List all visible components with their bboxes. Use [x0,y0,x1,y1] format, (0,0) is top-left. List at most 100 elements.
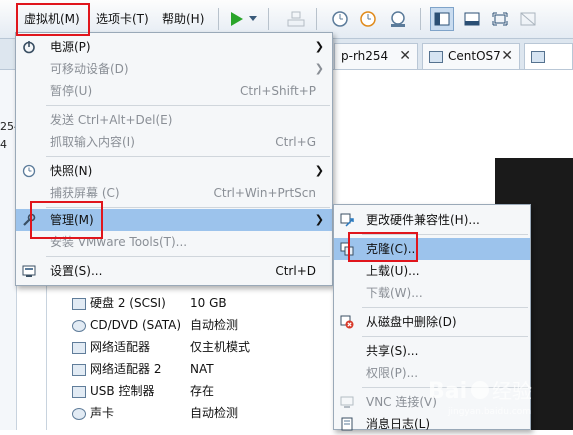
delete-icon [340,315,354,329]
device-value: NAT [190,362,214,376]
device-panel-border [46,276,47,430]
device-row[interactable]: 网络适配器 2 NAT [72,359,214,379]
menu-item-shortcut: Ctrl+Shift+P [240,84,316,98]
menu-tabs[interactable]: 选项卡(T) [94,10,151,28]
svg-text:jingyan.baidu.com: jingyan.baidu.com [447,407,531,417]
submenu-item-label: 更改硬件兼容性(H)... [366,213,480,227]
snapshot-icon [22,164,36,178]
unity-button[interactable] [516,7,540,31]
power-dropdown-button[interactable] [246,7,260,31]
menu-item-shortcut: Ctrl+G [275,135,316,149]
settings-icon [22,265,36,277]
menu-item-label: 抓取输入内容(I) [50,135,135,149]
submenu-item-delete-from-disk[interactable]: 从磁盘中删除(D) [334,311,530,333]
full-screen-button[interactable] [488,7,512,31]
menu-item-shortcut: Ctrl+D [275,264,316,278]
svg-text:经验: 经验 [492,379,532,403]
play-icon [231,12,243,26]
vnc-icon [340,396,354,408]
network-adapter-icon [72,363,86,376]
device-value: 10 GB [190,296,227,310]
toolbar-separator [218,8,219,30]
usb-icon [72,385,86,398]
device-row[interactable]: 硬盘 2 (SCSI) 10 GB [72,293,227,313]
tab-rh254[interactable]: p-rh254 ✕ [334,43,418,69]
power-on-button[interactable] [224,7,248,31]
menu-separator [46,156,330,157]
menu-help[interactable]: 帮助(H) [160,10,206,28]
library-text: 4 [0,138,7,151]
cd-dvd-icon [72,319,86,332]
menu-item-label: 可移动设备(D) [50,62,129,76]
submenu-item-label: VNC 连接(V) [366,395,437,409]
device-row[interactable]: 网络适配器 仅主机模式 [72,337,250,357]
submenu-item-label: 上载(U)... [366,264,420,278]
menu-item-label: 暂停(U) [50,84,93,98]
unity-icon [520,12,536,26]
menu-separator [46,256,330,257]
menu-item-snapshot[interactable]: 快照(N) ❯ [16,160,332,182]
device-value: 自动检测 [190,406,239,420]
submenu-item-label: 下载(W)... [366,286,423,300]
device-value: 仅主机模式 [190,340,251,354]
close-icon[interactable]: ✕ [399,44,411,68]
device-name: 声卡 [90,406,115,420]
menu-item-shortcut: Ctrl+Win+PrtScn [213,186,317,200]
show-library-button[interactable] [430,7,454,31]
vm-icon [429,50,443,63]
device-row[interactable]: CD/DVD (SATA) 自动检测 [72,315,238,335]
snapshot-manager-button[interactable] [386,7,410,31]
submenu-item-change-hardware-compatibility[interactable]: 更改硬件兼容性(H)... [334,209,530,231]
submenu-item-share[interactable]: 共享(S)... [334,340,530,362]
power-icon [23,41,35,54]
submenu-item-label: 权限(P)... [366,366,419,380]
submenu-item-label: 消息日志(L) [366,417,431,431]
vm-icon [531,50,545,63]
baidu-watermark-logo: Bai 经验 jingyan.baidu.com [428,379,532,417]
revert-snapshot-icon [360,11,376,27]
menu-item-grab-input[interactable]: 抓取输入内容(I) Ctrl+G [16,131,332,153]
network-adapter-icon [72,341,86,354]
full-screen-icon [492,12,508,26]
thumbnail-bar-button[interactable] [460,7,484,31]
take-snapshot-button[interactable] [328,7,352,31]
submenu-arrow-icon: ❯ [314,62,324,75]
send-keys-icon [287,11,305,27]
hardware-compatibility-icon [340,213,354,227]
submenu-item-download[interactable]: 下载(W)... [334,282,530,304]
highlight-box-clone [348,232,418,262]
revert-snapshot-button[interactable] [356,7,380,31]
submenu-item-label: 从磁盘中删除(D) [366,315,457,329]
menu-item-label: 快照(N) [50,164,93,178]
svg-text:Bai: Bai [428,379,467,404]
send-ctrl-alt-del-button[interactable] [284,7,308,31]
hard-disk-icon [72,297,86,310]
menu-separator [46,105,330,106]
submenu-arrow-icon: ❯ [314,213,324,226]
menu-item-send-ctrl-alt-del[interactable]: 发送 Ctrl+Alt+Del(E) [16,109,332,131]
submenu-arrow-icon: ❯ [314,40,324,53]
device-row[interactable]: 声卡 自动检测 [72,403,238,423]
menu-item-settings[interactable]: 设置(S)... Ctrl+D [16,260,332,282]
toolbar-separator [316,8,317,30]
device-name: USB 控制器 [90,384,155,398]
menu-item-label: 电源(P) [50,40,91,54]
device-value: 自动检测 [190,318,239,332]
device-row[interactable]: USB 控制器 存在 [72,381,214,401]
menu-item-removable-devices[interactable]: 可移动设备(D) ❯ [16,58,332,80]
library-pane-icon [434,12,450,26]
close-icon[interactable]: ✕ [501,44,513,68]
thumbnail-bar-icon [464,12,480,26]
menu-item-power[interactable]: 电源(P) ❯ [16,36,332,58]
snapshot-clock-icon [332,11,348,27]
submenu-item-upload[interactable]: 上载(U)... [334,260,530,282]
menu-item-pause[interactable]: 暂停(U) Ctrl+Shift+P [16,80,332,102]
sound-card-icon [72,407,86,420]
menu-item-label: 设置(S)... [50,264,103,278]
toolbar-separator [268,8,269,30]
tab-serv[interactable]: serv [524,43,573,87]
tab-centos7[interactable]: CentOS7 ✕ [422,43,520,69]
message-log-icon [341,417,353,431]
device-name: 网络适配器 [90,340,151,354]
snapshot-manager-icon [391,11,405,27]
